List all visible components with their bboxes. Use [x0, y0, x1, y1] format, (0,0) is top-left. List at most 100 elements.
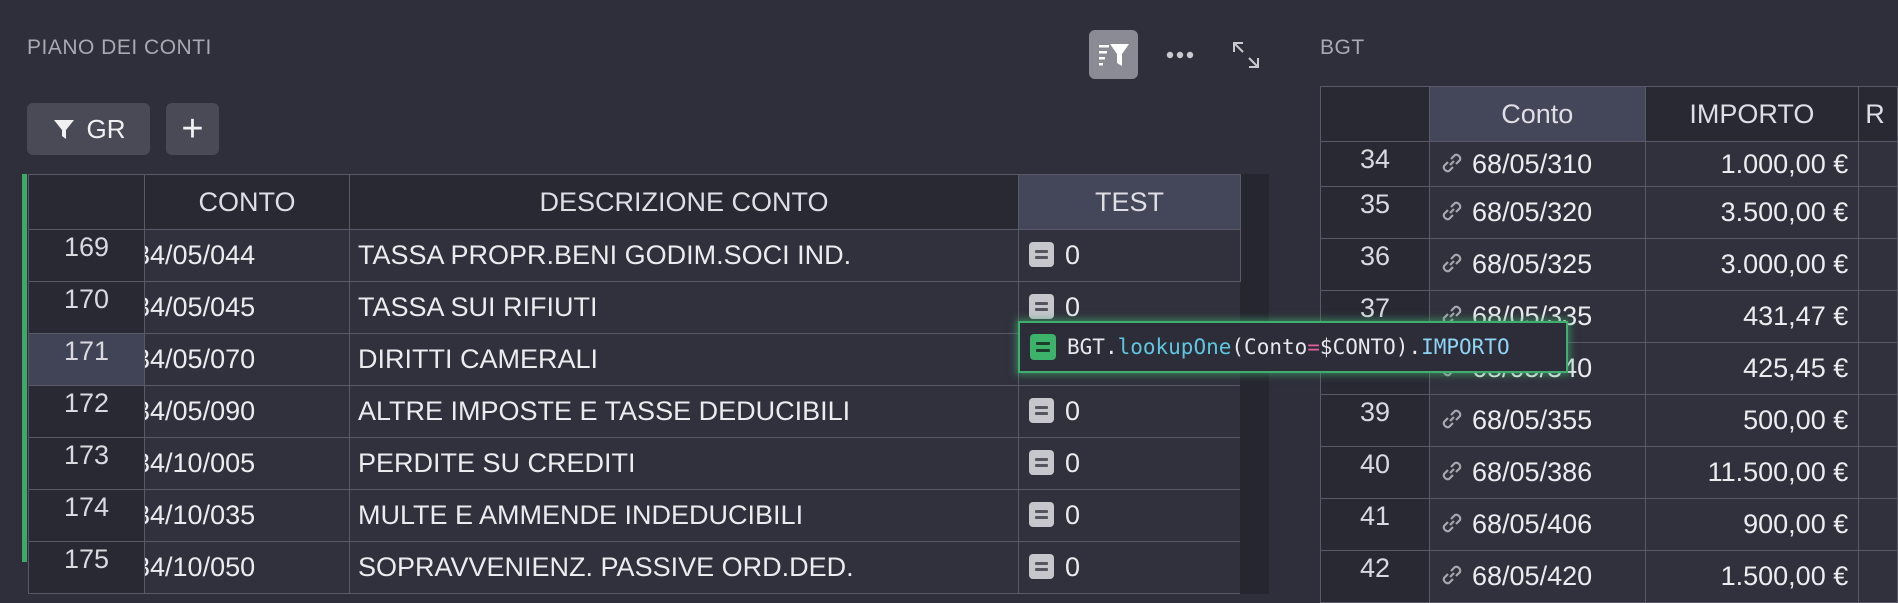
link-icon — [1442, 253, 1462, 273]
cell-conto[interactable]: 68/05/320 — [1429, 186, 1646, 239]
cell-conto[interactable]: 68/05/406 — [1429, 498, 1646, 551]
cell-importo[interactable]: 1.000,00 € — [1644, 141, 1860, 187]
cell-importo[interactable]: 500,00 € — [1644, 394, 1860, 447]
row-number[interactable]: 173 — [28, 437, 145, 490]
link-icon — [1442, 201, 1462, 221]
cell-conto-value: 68/05/406 — [1472, 509, 1593, 539]
column-header-test[interactable]: TEST — [1018, 174, 1241, 230]
cell-descrizione[interactable]: TASSA SUI RIFIUTI — [349, 281, 1019, 334]
row-number-header[interactable] — [1320, 86, 1430, 142]
row-number[interactable]: 170 — [28, 281, 145, 334]
vertical-scrollbar[interactable] — [1240, 229, 1269, 594]
cell-r[interactable] — [1858, 238, 1898, 291]
cell-importo[interactable]: 11.500,00 € — [1644, 446, 1860, 499]
more-icon — [1166, 51, 1194, 59]
cell-conto[interactable]: 68/05/355 — [1429, 394, 1646, 447]
cell-conto-value: 68/05/355 — [1472, 405, 1593, 435]
cell-conto[interactable]: 34/05/090 — [144, 385, 350, 438]
table-row: 173 34/10/005 PERDITE SU CREDITI 0 — [28, 437, 1269, 490]
row-number[interactable]: 39 — [1320, 394, 1430, 447]
cell-importo[interactable]: 3.500,00 € — [1644, 186, 1860, 239]
cell-conto[interactable]: 34/10/005 — [144, 437, 350, 490]
cell-r[interactable] — [1858, 342, 1898, 395]
cell-r[interactable] — [1858, 186, 1898, 239]
column-header-r[interactable]: R — [1858, 86, 1898, 142]
row-number[interactable]: 174 — [28, 489, 145, 542]
cell-r[interactable] — [1858, 498, 1898, 551]
cell-test[interactable]: 0 — [1018, 437, 1241, 490]
cell-test-value: 0 — [1065, 448, 1081, 478]
formula-function: lookupOne — [1117, 335, 1232, 359]
cell-r[interactable] — [1858, 446, 1898, 499]
formula-text[interactable]: BGT.lookupOne(Conto=$CONTO).IMPORTO — [1067, 335, 1510, 359]
formula-editor[interactable]: BGT.lookupOne(Conto=$CONTO).IMPORTO — [1018, 321, 1568, 373]
formula-paren-close: ) — [1395, 335, 1409, 359]
cell-importo[interactable]: 3.000,00 € — [1644, 238, 1860, 291]
table-row: 174 34/10/035 MULTE E AMMENDE INDEDUCIBI… — [28, 489, 1269, 542]
cell-descrizione[interactable]: ALTRE IMPOSTE E TASSE DEDUCIBILI — [349, 385, 1019, 438]
row-number[interactable]: 34 — [1320, 141, 1430, 187]
formula-icon — [1029, 502, 1054, 527]
row-number[interactable]: 35 — [1320, 186, 1430, 239]
cell-conto[interactable]: 34/10/050 — [144, 541, 350, 594]
filter-icon — [53, 120, 74, 139]
cell-descrizione[interactable]: DIRITTI CAMERALI — [349, 333, 1019, 386]
row-number[interactable]: 36 — [1320, 238, 1430, 291]
row-number[interactable]: 41 — [1320, 498, 1430, 551]
cell-descrizione[interactable]: MULTE E AMMENDE INDEDUCIBILI — [349, 489, 1019, 542]
column-header-descrizione-conto[interactable]: DESCRIZIONE CONTO — [349, 174, 1019, 230]
cell-importo[interactable]: 425,45 € — [1644, 342, 1860, 395]
cell-r[interactable] — [1858, 550, 1898, 603]
header-row: CONTO DESCRIZIONE CONTO TEST — [28, 174, 1269, 230]
table-row: 34 68/05/310 1.000,00 € — [1320, 141, 1898, 187]
formula-arg-reference: $CONTO — [1319, 335, 1396, 359]
cell-r[interactable] — [1858, 141, 1898, 187]
cell-conto[interactable]: 68/05/420 — [1429, 550, 1646, 603]
cell-conto[interactable]: 34/05/044 — [144, 229, 350, 282]
cell-importo[interactable]: 900,00 € — [1644, 498, 1860, 551]
row-number[interactable]: 171 — [28, 333, 145, 386]
formula-icon — [1029, 242, 1054, 267]
column-header-conto[interactable]: CONTO — [144, 174, 350, 230]
cell-descrizione[interactable]: SOPRAVVENIENZ. PASSIVE ORD.DED. — [349, 541, 1019, 594]
cell-descrizione[interactable]: PERDITE SU CREDITI — [349, 437, 1019, 490]
column-header-importo[interactable]: IMPORTO — [1644, 86, 1860, 142]
cell-conto[interactable]: 34/05/070 — [144, 333, 350, 386]
row-number[interactable]: 172 — [28, 385, 145, 438]
row-number[interactable]: 40 — [1320, 446, 1430, 499]
cell-conto-value: 68/05/325 — [1472, 249, 1593, 279]
more-button[interactable] — [1162, 37, 1198, 73]
formula-icon — [1029, 554, 1054, 579]
cell-importo[interactable]: 431,47 € — [1644, 290, 1860, 343]
cell-descrizione[interactable]: TASSA PROPR.BENI GODIM.SOCI IND. — [349, 229, 1019, 282]
bgt-title: BGT — [1320, 36, 1365, 59]
cell-conto[interactable]: 34/05/045 — [144, 281, 350, 334]
cell-test[interactable]: 0 — [1018, 385, 1241, 438]
add-filter-button[interactable]: + — [166, 103, 219, 155]
sort-filter-button[interactable] — [1089, 30, 1138, 79]
cell-r[interactable] — [1858, 394, 1898, 447]
cell-conto[interactable]: 68/05/386 — [1429, 446, 1646, 499]
column-header-conto[interactable]: Conto — [1429, 86, 1646, 142]
cell-importo[interactable]: 1.500,00 € — [1644, 550, 1860, 603]
table-row: 172 34/05/090 ALTRE IMPOSTE E TASSE DEDU… — [28, 385, 1269, 438]
expand-button[interactable] — [1228, 37, 1264, 73]
formula-arg-column: Conto — [1244, 335, 1308, 359]
link-icon — [1442, 513, 1462, 533]
row-number[interactable]: 42 — [1320, 550, 1430, 603]
link-icon — [1442, 461, 1462, 481]
link-icon — [1442, 409, 1462, 429]
cell-test-value: 0 — [1065, 500, 1081, 530]
filter-gr-button[interactable]: GR — [27, 103, 150, 155]
cell-r[interactable] — [1858, 290, 1898, 343]
row-number[interactable]: 175 — [28, 541, 145, 594]
cell-test[interactable]: 0 — [1018, 229, 1241, 282]
cell-test[interactable]: 0 — [1018, 489, 1241, 542]
cell-conto[interactable]: 68/05/325 — [1429, 238, 1646, 291]
row-number-header[interactable] — [28, 174, 145, 230]
row-number[interactable]: 169 — [28, 229, 145, 282]
cell-conto[interactable]: 68/05/310 — [1429, 141, 1646, 187]
sort-filter-icon — [1098, 43, 1129, 66]
cell-conto[interactable]: 34/10/035 — [144, 489, 350, 542]
cell-test[interactable]: 0 — [1018, 541, 1241, 594]
